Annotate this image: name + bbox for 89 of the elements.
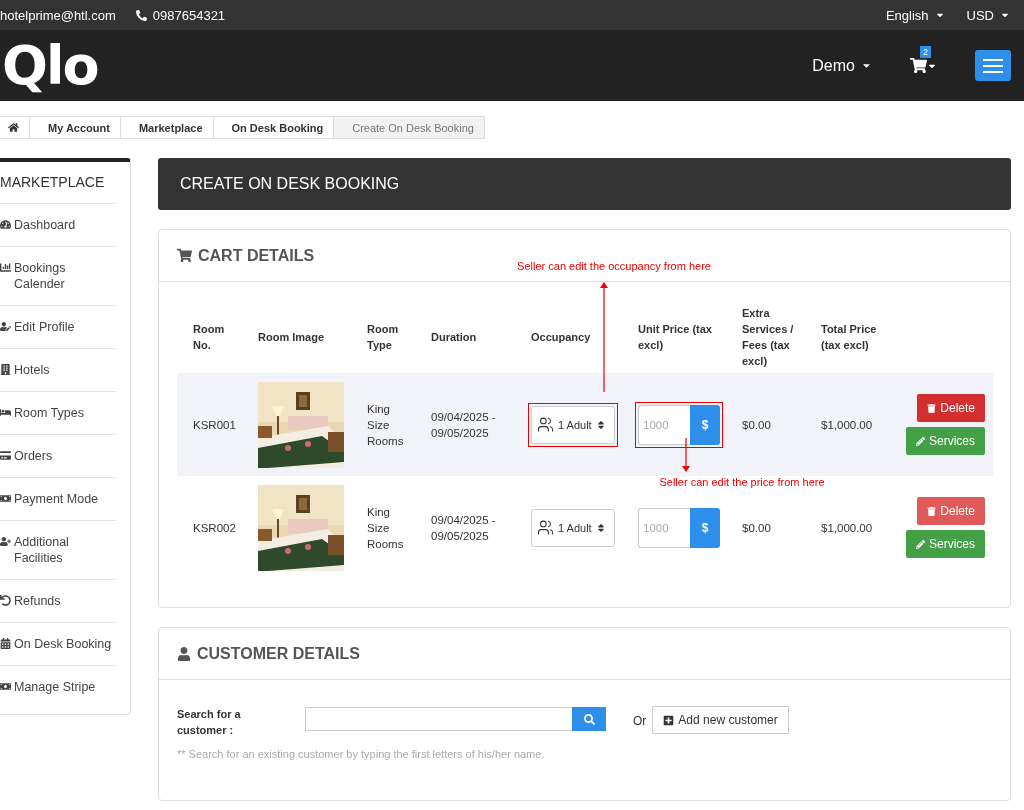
menu-item-icon xyxy=(0,536,11,547)
menu-item-icon xyxy=(0,681,11,692)
menu-item-icon xyxy=(0,595,11,606)
column-header: Unit Price (tax excl) xyxy=(638,322,713,353)
currency-menu[interactable]: USD xyxy=(966,7,1010,23)
home-link[interactable] xyxy=(0,116,30,139)
price-input[interactable]: 1000 xyxy=(638,507,690,548)
sort-icon xyxy=(595,419,606,430)
user-icon xyxy=(177,646,191,661)
table-cell-text: KSR001 xyxy=(193,417,237,433)
cart-icon xyxy=(910,57,927,74)
column-header: Room Type xyxy=(367,322,400,353)
currency-addon: $ xyxy=(690,507,720,548)
column-header: Room No. xyxy=(193,322,226,353)
breadcrumb-link[interactable]: Create On Desk Booking xyxy=(334,116,485,139)
breadcrumb-link[interactable]: Marketplace xyxy=(120,116,214,139)
users-icon xyxy=(537,416,554,433)
annotation-text: Seller can edit the occupancy from here xyxy=(517,260,711,272)
panel-title: CUSTOMER DETAILS xyxy=(197,644,360,663)
sidebar-item[interactable]: Payment Mode xyxy=(0,478,116,521)
customer-search-field[interactable] xyxy=(305,707,572,731)
users-icon xyxy=(537,519,554,536)
add-customer-button[interactable]: Add new customer xyxy=(652,706,789,734)
language-menu[interactable]: English xyxy=(885,7,945,23)
sidebar-item[interactable]: Additional Facilities xyxy=(0,521,116,580)
breadcrumb-link[interactable]: My Account xyxy=(30,116,121,139)
menu-item-icon xyxy=(0,450,11,461)
cart-icon xyxy=(177,248,192,263)
price-input[interactable]: 1000 xyxy=(638,404,690,445)
plus-icon xyxy=(663,714,675,726)
column-header: Total Price (tax excl) xyxy=(821,322,878,353)
pencil-icon xyxy=(916,539,925,549)
trash-icon xyxy=(927,403,937,413)
cart-button[interactable] xyxy=(910,57,937,74)
menu-item-icon xyxy=(0,262,11,273)
menu-item-icon xyxy=(0,638,11,649)
panel-title: CART DETAILS xyxy=(198,246,315,265)
column-header: Extra Services / Fees (tax excl) xyxy=(742,306,795,369)
table-cell-text: $1,000.00 xyxy=(821,417,874,433)
sidebar-item[interactable]: Bookings Calender xyxy=(0,247,116,306)
pencil-icon xyxy=(916,436,925,446)
logo[interactable]: Qlo xyxy=(2,38,98,93)
phone-icon xyxy=(135,9,147,21)
table-cell-text: $0.00 xyxy=(742,520,772,536)
menu-button[interactable] xyxy=(975,50,1011,81)
table-cell-text: $0.00 xyxy=(742,417,772,433)
sidebar-item[interactable]: Edit Profile xyxy=(0,306,116,349)
column-header: Occupancy xyxy=(531,330,592,345)
occupancy-select[interactable]: 1 Adult xyxy=(531,405,615,444)
hint-text: ** Search for an existing customer by typing the first letters of his/her name. xyxy=(177,748,546,760)
sidebar-item[interactable]: Orders xyxy=(0,435,116,478)
annotation-text: Seller can edit the price from here xyxy=(659,476,825,488)
table-cell-text: $1,000.00 xyxy=(821,520,874,536)
menu-item-icon xyxy=(0,321,11,332)
email-text: hotelprime@htl.com xyxy=(0,7,116,23)
sort-icon xyxy=(595,522,606,533)
table-cell-text: 09/04/2025 - 09/05/2025 xyxy=(431,409,497,441)
sidebar-title: MARKETPLACE xyxy=(0,162,116,204)
delete-button[interactable]: Delete xyxy=(917,394,985,422)
currency-addon: $ xyxy=(690,404,720,445)
trash-icon xyxy=(927,506,937,516)
search-icon xyxy=(583,713,595,725)
menu-item-icon xyxy=(0,493,11,504)
user-menu[interactable]: Demo xyxy=(812,56,872,75)
sidebar-item[interactable]: Hotels xyxy=(0,349,116,392)
search-button[interactable] xyxy=(572,707,606,731)
breadcrumb-link[interactable]: On Desk Booking xyxy=(213,116,335,139)
sidebar-item[interactable]: Room Types xyxy=(0,392,116,435)
column-header: Duration xyxy=(431,330,478,345)
page-title: CREATE ON DESK BOOKING xyxy=(158,158,1011,210)
menu-item-icon xyxy=(0,219,11,230)
sidebar-item[interactable]: Dashboard xyxy=(0,204,116,247)
home-icon xyxy=(8,122,19,133)
occupancy-select[interactable]: 1 Adult xyxy=(531,508,615,547)
table-cell-text: King Size Rooms xyxy=(367,401,405,449)
table-cell-text: KSR002 xyxy=(193,520,237,536)
menu-item-icon xyxy=(0,364,11,375)
sidebar-item[interactable]: Refunds xyxy=(0,580,116,623)
column-header: Room Image xyxy=(258,330,325,345)
delete-button[interactable]: Delete xyxy=(917,497,985,525)
menu-item-icon xyxy=(0,407,11,418)
sidebar-item[interactable]: Manage Stripe xyxy=(0,666,116,708)
table-cell-text: King Size Rooms xyxy=(367,504,405,552)
table-cell-text: 09/04/2025 - 09/05/2025 xyxy=(431,512,497,544)
sidebar-item[interactable]: On Desk Booking xyxy=(0,623,116,666)
or-text: Or xyxy=(633,714,647,728)
phone-text: 0987654321 xyxy=(135,7,226,23)
field-label: Search for a customer : xyxy=(177,707,242,738)
cart-badge: 2 xyxy=(920,46,931,58)
